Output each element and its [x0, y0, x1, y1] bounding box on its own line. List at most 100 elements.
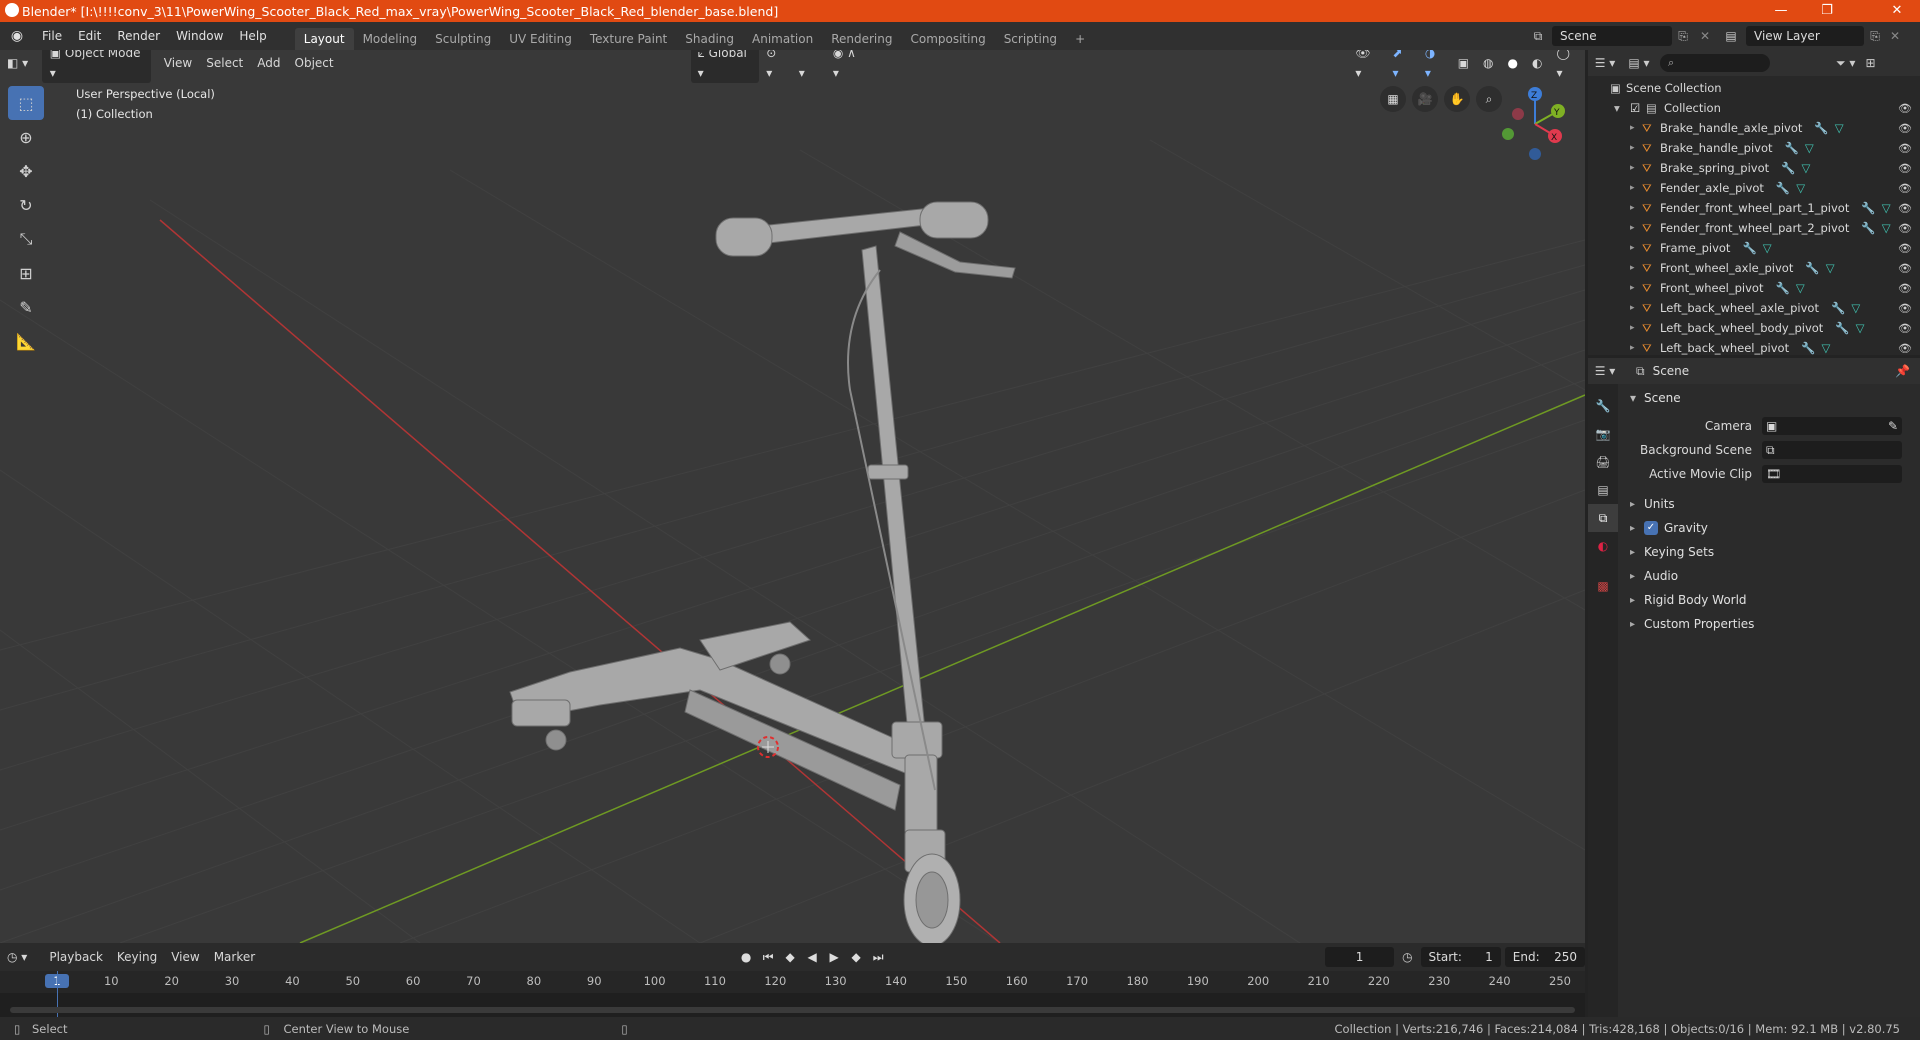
mesh-data-icon[interactable]: ▽: [1805, 141, 1814, 155]
subpanel-audio[interactable]: ▸ Audio: [1622, 564, 1916, 588]
viewport-menu-object[interactable]: Object: [288, 53, 341, 73]
expand-arrow-icon[interactable]: ▸: [1630, 203, 1642, 213]
view-layer-tab-icon[interactable]: ▤: [1588, 476, 1618, 504]
mesh-data-icon[interactable]: ▽: [1796, 281, 1805, 295]
mesh-data-icon[interactable]: ▽: [1763, 241, 1772, 255]
new-view-layer-icon[interactable]: ⎘: [1864, 29, 1886, 44]
expand-arrow-icon[interactable]: ▸: [1630, 223, 1642, 233]
collection-checkbox-icon[interactable]: ☑: [1630, 101, 1646, 115]
timeline-editor-type-icon[interactable]: ◷ ▾: [0, 947, 42, 967]
outliner-editor-type-icon[interactable]: ☰ ▾: [1588, 56, 1622, 70]
wireframe-shading-icon[interactable]: ◍: [1476, 53, 1500, 73]
modifier-icon[interactable]: 🔧: [1831, 301, 1845, 315]
visibility-eye-icon[interactable]: 👁: [1898, 302, 1912, 315]
move-tool-icon[interactable]: ✥: [8, 154, 44, 188]
viewport-menu-select[interactable]: Select: [199, 53, 250, 73]
outliner-object-row[interactable]: ▸ ⛛ Brake_spring_pivot 🔧 ▽ 👁: [1588, 158, 1920, 178]
modifier-icon[interactable]: 🔧: [1776, 181, 1790, 195]
measure-tool-icon[interactable]: 📐: [8, 324, 44, 358]
workspace-tab-sculpting[interactable]: Sculpting: [426, 28, 500, 50]
workspace-tab-rendering[interactable]: Rendering: [822, 28, 901, 50]
pin-icon[interactable]: 📌: [1895, 364, 1910, 378]
minimize-button[interactable]: —: [1758, 0, 1804, 22]
visibility-icon[interactable]: 👁 ▾: [1348, 50, 1385, 83]
maximize-button[interactable]: ❐: [1804, 0, 1850, 22]
timeline-menu-view[interactable]: View: [164, 947, 206, 967]
end-frame-field[interactable]: End: 250: [1504, 947, 1585, 967]
play-icon[interactable]: ▶: [825, 950, 843, 965]
toggle-ortho-icon[interactable]: ▦: [1380, 86, 1406, 112]
close-button[interactable]: ✕: [1874, 0, 1920, 22]
visibility-eye-icon[interactable]: 👁: [1898, 222, 1912, 235]
background-scene-field[interactable]: ⧉: [1762, 441, 1902, 459]
scene-collection-row[interactable]: ▣ Scene Collection: [1588, 78, 1920, 98]
prev-keyframe-icon[interactable]: ◆: [781, 950, 799, 965]
expand-arrow-icon[interactable]: ▸: [1630, 263, 1642, 273]
timeline-menu-marker[interactable]: Marker: [207, 947, 262, 967]
add-workspace-button[interactable]: +: [1066, 28, 1094, 50]
expand-arrow-icon[interactable]: ▸: [1630, 243, 1642, 253]
outliner-object-row[interactable]: ▸ ⛛ Fender_front_wheel_part_2_pivot 🔧 ▽ 👁: [1588, 218, 1920, 238]
timeline-menu-keying[interactable]: Keying: [110, 947, 164, 967]
scene-name-field[interactable]: Scene: [1552, 26, 1672, 46]
material-shading-icon[interactable]: ◐: [1525, 53, 1549, 73]
workspace-tab-animation[interactable]: Animation: [743, 28, 822, 50]
gizmo-neg-z-icon[interactable]: [1529, 148, 1541, 160]
modifier-icon[interactable]: 🔧: [1742, 241, 1756, 255]
play-reverse-icon[interactable]: ◀: [803, 950, 821, 965]
pan-view-icon[interactable]: ✋: [1444, 86, 1470, 112]
rotate-tool-icon[interactable]: ↻: [8, 188, 44, 222]
annotate-tool-icon[interactable]: ✎: [8, 290, 44, 324]
visibility-eye-icon[interactable]: 👁: [1898, 322, 1912, 335]
solid-shading-icon[interactable]: ●: [1501, 53, 1525, 73]
mode-dropdown[interactable]: ▣ Object Mode ▾: [41, 50, 151, 83]
subpanel-rigid-body-world[interactable]: ▸ Rigid Body World: [1622, 588, 1916, 612]
subpanel-gravity[interactable]: ▸ ✓ Gravity: [1622, 516, 1916, 540]
jump-end-icon[interactable]: ⏭: [869, 950, 887, 965]
record-icon[interactable]: ●: [737, 950, 755, 965]
mesh-data-icon[interactable]: ▽: [1882, 201, 1891, 215]
xray-toggle-icon[interactable]: ▣: [1451, 53, 1476, 73]
modifier-icon[interactable]: 🔧: [1835, 321, 1849, 335]
menu-file[interactable]: File: [34, 22, 70, 50]
jump-start-icon[interactable]: ⏮: [759, 950, 777, 965]
output-tab-icon[interactable]: 🖨: [1588, 448, 1618, 476]
expand-arrow-icon[interactable]: ▸: [1630, 163, 1642, 173]
3d-viewport[interactable]: ◧ ▾ ▣ Object Mode ▾ View Select Add Object …: [0, 50, 1585, 943]
workspace-tab-scripting[interactable]: Scripting: [995, 28, 1066, 50]
subpanel-units[interactable]: ▸ Units: [1622, 492, 1916, 516]
camera-field[interactable]: ▣ ✎: [1762, 417, 1902, 435]
outliner-object-row[interactable]: ▸ ⛛ Frame_pivot 🔧 ▽ 👁: [1588, 238, 1920, 258]
modifier-icon[interactable]: 🔧: [1781, 161, 1795, 175]
menu-render[interactable]: Render: [109, 22, 168, 50]
subpanel-custom-properties[interactable]: ▸ Custom Properties: [1622, 612, 1916, 636]
visibility-eye-icon[interactable]: 👁: [1898, 122, 1912, 135]
display-mode-icon[interactable]: ▤ ▾: [1622, 56, 1656, 70]
mesh-data-icon[interactable]: ▽: [1826, 261, 1835, 275]
expand-arrow-icon[interactable]: ▸: [1630, 183, 1642, 193]
delete-scene-icon[interactable]: ✕: [1694, 29, 1716, 43]
visibility-eye-icon[interactable]: 👁: [1898, 202, 1912, 215]
visibility-eye-icon[interactable]: 👁: [1898, 142, 1912, 155]
mesh-data-icon[interactable]: ▽: [1796, 181, 1805, 195]
collection-expand-icon[interactable]: ▾: [1614, 101, 1630, 115]
scene-icon[interactable]: ⧉: [1524, 29, 1552, 44]
world-tab-icon[interactable]: ◐: [1588, 532, 1618, 560]
filter-icon[interactable]: ⏷ ▾: [1836, 56, 1855, 71]
modifier-icon[interactable]: 🔧: [1801, 341, 1815, 355]
cursor-tool-icon[interactable]: ⊕: [8, 120, 44, 154]
gizmo-toggle-icon[interactable]: ⬈ ▾: [1386, 50, 1418, 83]
workspace-tab-texture-paint[interactable]: Texture Paint: [581, 28, 676, 50]
workspace-tab-compositing[interactable]: Compositing: [901, 28, 994, 50]
visibility-eye-icon[interactable]: 👁: [1898, 242, 1912, 255]
delete-view-layer-icon[interactable]: ✕: [1886, 29, 1904, 43]
new-collection-icon[interactable]: ⊞: [1865, 56, 1875, 70]
expand-arrow-icon[interactable]: ▸: [1630, 123, 1642, 133]
modifier-icon[interactable]: 🔧: [1861, 221, 1875, 235]
expand-arrow-icon[interactable]: ▸: [1630, 283, 1642, 293]
visibility-eye-icon[interactable]: 👁: [1898, 342, 1912, 355]
start-frame-field[interactable]: Start: 1: [1420, 947, 1501, 967]
workspace-tab-shading[interactable]: Shading: [676, 28, 743, 50]
render-tab-icon[interactable]: 📷: [1588, 420, 1618, 448]
scene-tab-icon[interactable]: ⧉: [1588, 504, 1618, 532]
